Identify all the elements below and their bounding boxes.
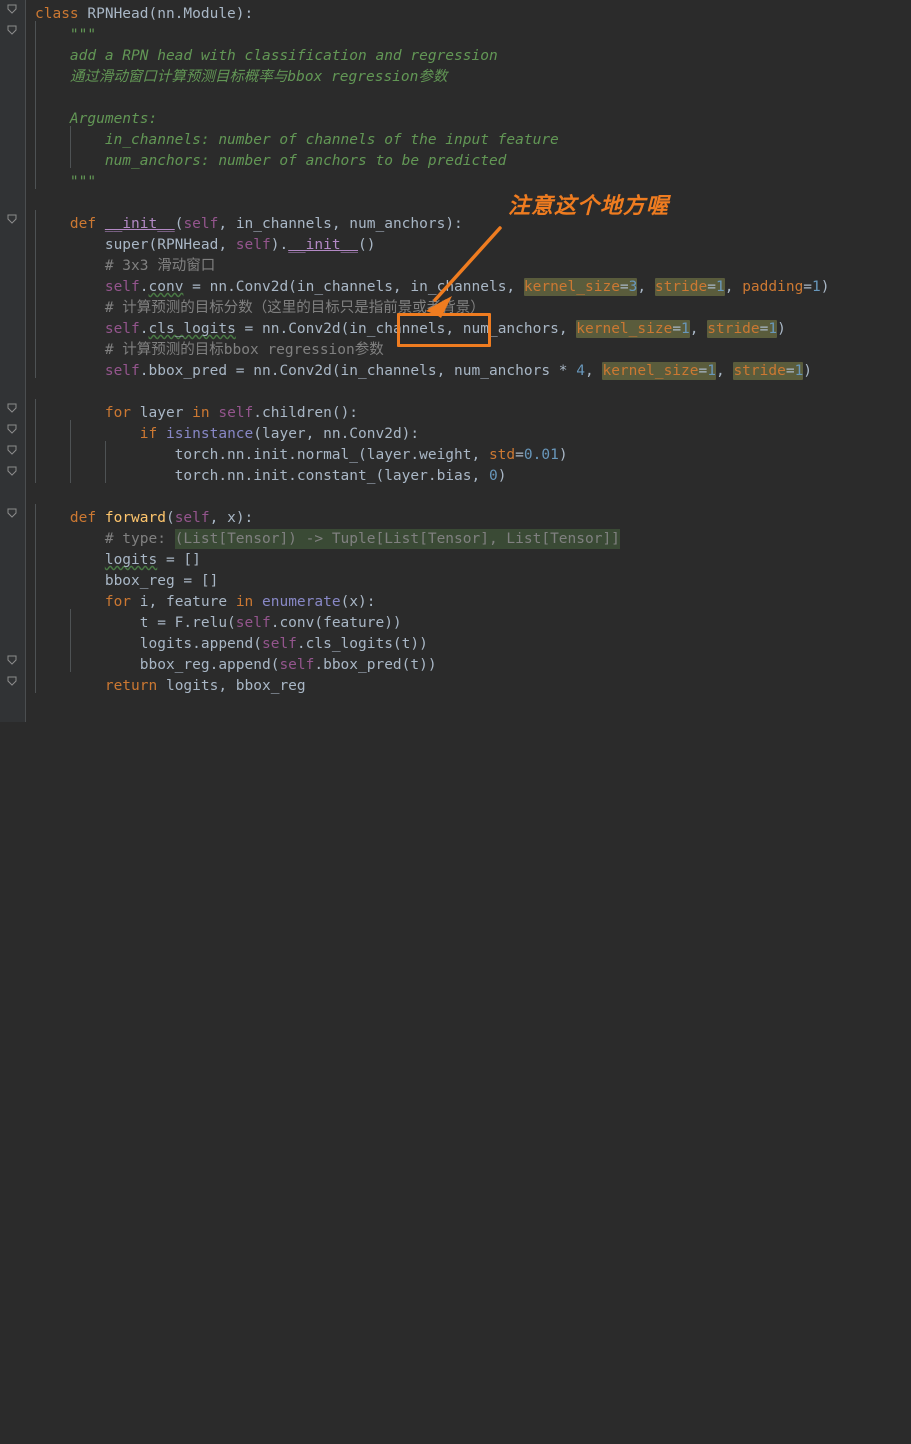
code-line[interactable]: num_anchors: number of anchors to be pre…	[35, 151, 507, 172]
editor-gutter[interactable]	[0, 0, 26, 722]
code-line[interactable]: self.cls_logits = nn.Conv2d(in_channels,…	[35, 319, 786, 340]
fold-marker-expanded[interactable]	[7, 4, 19, 16]
code-line[interactable]: for layer in self.children():	[35, 403, 358, 424]
code-line[interactable]: # type: (List[Tensor]) -> Tuple[List[Ten…	[35, 529, 620, 550]
code-line[interactable]	[35, 382, 44, 403]
code-line[interactable]	[35, 487, 44, 508]
code-line[interactable]: # 计算预测的目标bbox regression参数	[35, 340, 384, 361]
code-line[interactable]: in_channels: number of channels of the i…	[35, 130, 559, 151]
fold-marker-expanded[interactable]	[7, 466, 19, 478]
code-line[interactable]: # 3x3 滑动窗口	[35, 256, 215, 277]
code-line[interactable]: logits.append(self.cls_logits(t))	[35, 634, 428, 655]
code-line[interactable]: torch.nn.init.normal_(layer.weight, std=…	[35, 445, 568, 466]
code-line[interactable]: super(RPNHead, self).__init__()	[35, 235, 376, 256]
code-line[interactable]: add a RPN head with classification and r…	[35, 46, 498, 67]
code-line[interactable]	[35, 88, 44, 109]
code-line[interactable]: """	[35, 172, 96, 193]
code-line[interactable]: t = F.relu(self.conv(feature))	[35, 613, 402, 634]
fold-marker-expanded[interactable]	[7, 508, 19, 520]
code-line[interactable]: bbox_reg.append(self.bbox_pred(t))	[35, 655, 437, 676]
code-line[interactable]: self.conv = nn.Conv2d(in_channels, in_ch…	[35, 277, 830, 298]
code-line[interactable]: for i, feature in enumerate(x):	[35, 592, 376, 613]
fold-marker-expanded[interactable]	[7, 25, 19, 37]
code-editor[interactable]: class RPNHead(nn.Module): """ add a RPN …	[0, 0, 911, 722]
code-content[interactable]: class RPNHead(nn.Module): """ add a RPN …	[26, 0, 911, 722]
code-line[interactable]	[35, 193, 44, 214]
code-line[interactable]: self.bbox_pred = nn.Conv2d(in_channels, …	[35, 361, 812, 382]
code-line[interactable]: 通过滑动窗口计算预测目标概率与bbox regression参数	[35, 67, 447, 88]
code-line[interactable]: return logits, bbox_reg	[35, 676, 306, 697]
code-line[interactable]: class RPNHead(nn.Module):	[35, 4, 253, 25]
code-line[interactable]: bbox_reg = []	[35, 571, 219, 592]
fold-marker-expanded[interactable]	[7, 655, 19, 667]
code-line[interactable]: # 计算预测的目标分数（这里的目标只是指前景或者背景）	[35, 298, 485, 319]
code-line[interactable]: logits = []	[35, 550, 201, 571]
code-line[interactable]: """	[35, 25, 96, 46]
code-line[interactable]: Arguments:	[35, 109, 157, 130]
fold-marker-expanded[interactable]	[7, 214, 19, 226]
fold-marker-expanded[interactable]	[7, 403, 19, 415]
fold-marker-expanded[interactable]	[7, 424, 19, 436]
code-line[interactable]: def forward(self, x):	[35, 508, 253, 529]
fold-marker-expanded[interactable]	[7, 676, 19, 688]
code-line[interactable]: if isinstance(layer, nn.Conv2d):	[35, 424, 419, 445]
code-line[interactable]: def __init__(self, in_channels, num_anch…	[35, 214, 463, 235]
code-line[interactable]: torch.nn.init.constant_(layer.bias, 0)	[35, 466, 507, 487]
fold-marker-expanded[interactable]	[7, 445, 19, 457]
